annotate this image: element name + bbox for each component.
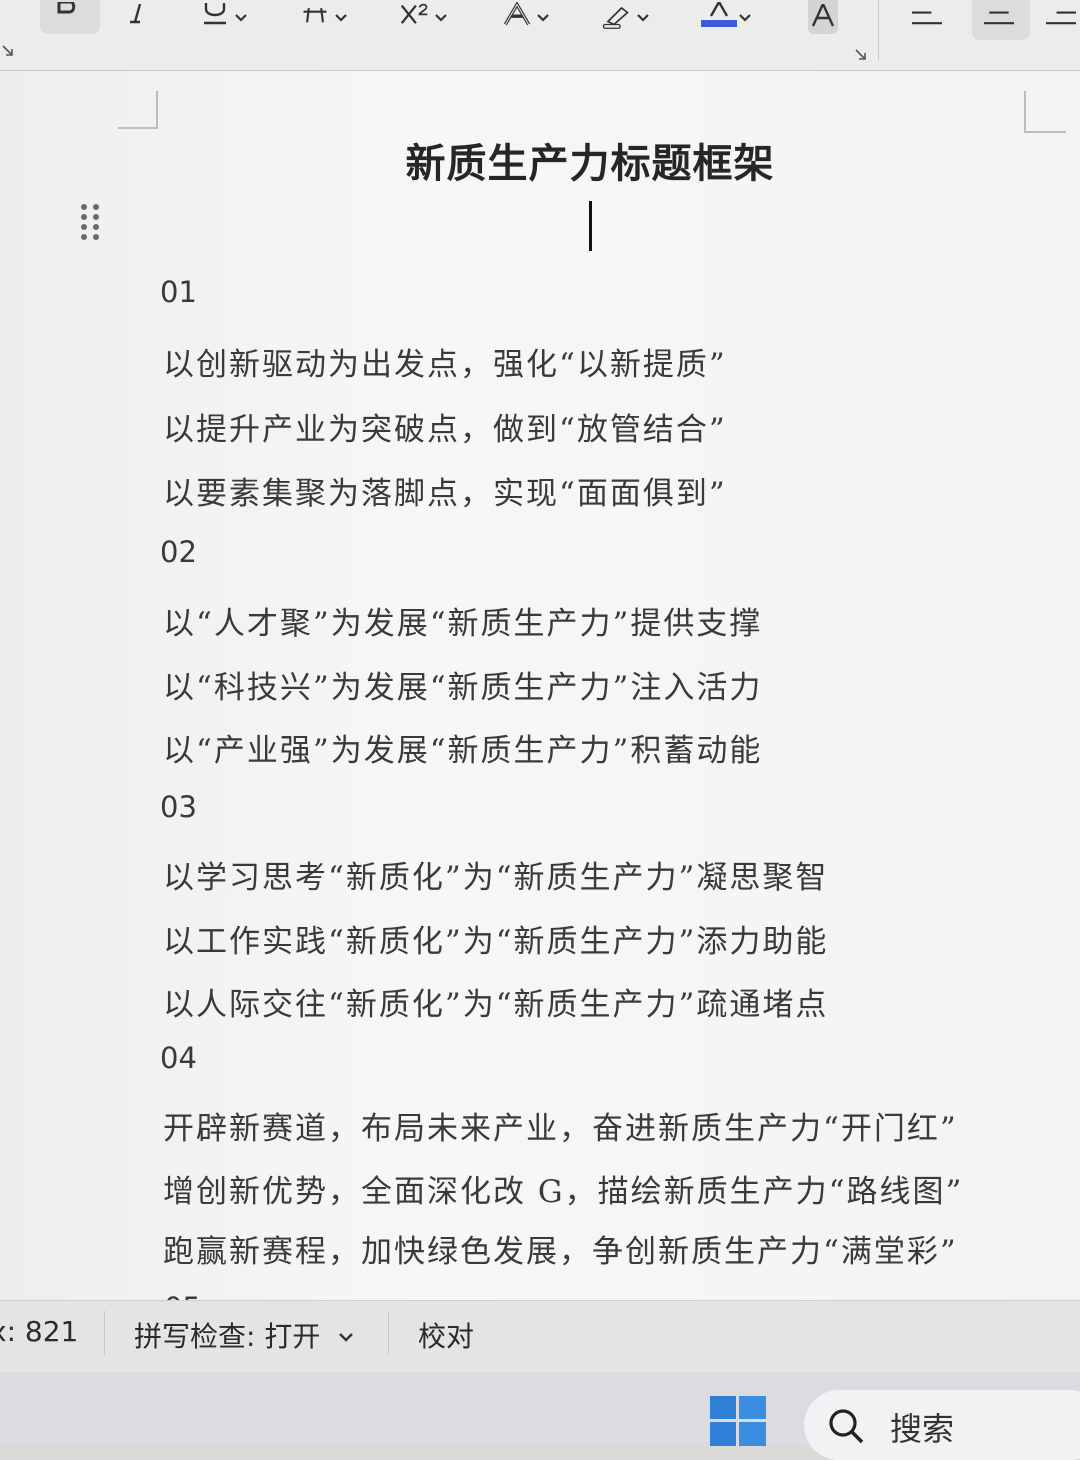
dialog-launcher-icon[interactable] — [2, 42, 14, 56]
align-left-button[interactable] — [912, 0, 942, 34]
highlight-icon — [602, 1, 632, 33]
align-right-icon — [1046, 1, 1076, 33]
text-cursor — [589, 201, 592, 251]
section-line: 以“人才聚”为发展“新质生产力”提供支撑 — [163, 606, 763, 642]
align-right-button[interactable] — [1046, 0, 1076, 34]
section-line: 以人际交往“新质化”为“新质生产力”疏通堵点 — [163, 987, 829, 1023]
chevron-down-icon[interactable] — [636, 10, 650, 24]
superscript-button[interactable] — [400, 0, 448, 34]
section-line: 以“产业强”为发展“新质生产力”积蓄动能 — [163, 733, 763, 769]
status-separator — [104, 1311, 105, 1355]
search-label: 搜索 — [890, 1410, 955, 1448]
char-shading-icon — [808, 1, 838, 33]
section-number-partial: 05 — [164, 1291, 201, 1300]
chevron-down-icon[interactable] — [234, 10, 248, 24]
status-separator — [388, 1311, 389, 1355]
font-color-icon — [701, 1, 737, 33]
text-effect-icon — [502, 1, 532, 33]
align-center-button[interactable] — [984, 0, 1014, 34]
ribbon-separator — [878, 0, 879, 60]
align-left-icon — [912, 1, 942, 33]
dialog-launcher-icon[interactable] — [855, 46, 867, 60]
section-line: 开辟新赛道，布局未来产业，奋进新质生产力“开门红” — [163, 1111, 958, 1147]
bold-button[interactable] — [52, 0, 82, 34]
ribbon-toolbar — [0, 0, 1080, 71]
spell-check-status[interactable]: 拼写检查: 打开 — [134, 1315, 320, 1355]
highlight-button[interactable] — [602, 0, 650, 34]
underline-icon — [200, 1, 230, 33]
chevron-down-icon[interactable] — [536, 10, 550, 24]
crop-mark-top-right — [1024, 91, 1066, 133]
drag-handle-icon[interactable] — [80, 203, 102, 241]
document-title: 新质生产力标题框架 — [405, 140, 775, 187]
chevron-down-icon[interactable] — [434, 10, 448, 24]
proofread-button[interactable]: 校对 — [418, 1315, 474, 1355]
section-line: 以学习思考“新质化”为“新质生产力”凝思聚智 — [163, 860, 829, 896]
superscript-icon — [400, 1, 430, 33]
chevron-down-icon[interactable] — [738, 10, 752, 24]
section-number-partial-wrap: 05 — [0, 1289, 1080, 1300]
font-color-button[interactable] — [701, 0, 752, 34]
chevron-down-icon[interactable] — [334, 10, 348, 24]
section-number: 02 — [160, 535, 197, 569]
section-line: 以提升产业为突破点，做到“放管结合” — [163, 412, 727, 448]
section-number: 04 — [160, 1041, 197, 1075]
section-line: 以“科技兴”为发展“新质生产力”注入活力 — [163, 670, 763, 706]
text-effect-button[interactable] — [502, 0, 550, 34]
bold-icon — [52, 1, 82, 33]
section-number: 03 — [160, 790, 197, 824]
document-page[interactable]: 新质生产力标题框架 01 以创新驱动为出发点，强化“以新提质” 以提升产业为突破… — [0, 71, 1080, 1300]
char-shading-button[interactable] — [808, 0, 838, 34]
word-count[interactable]: x: 821 — [0, 1315, 78, 1348]
taskbar: 搜索 — [0, 1372, 1080, 1460]
crop-mark-top-left — [118, 91, 158, 129]
section-line: 以要素集聚为落脚点，实现“面面俱到” — [163, 476, 727, 512]
strikethrough-button[interactable] — [300, 0, 348, 34]
underline-button[interactable] — [200, 0, 248, 34]
strikethrough-icon — [300, 1, 330, 33]
section-line: 增创新优势，全面深化改 G，描绘新质生产力“路线图” — [163, 1174, 964, 1210]
italic-button[interactable] — [122, 0, 152, 34]
status-bar: x: 821 拼写检查: 打开 校对 — [0, 1300, 1080, 1373]
align-center-icon — [984, 1, 1014, 33]
search-icon — [826, 1406, 866, 1450]
windows-start-icon[interactable] — [710, 1396, 766, 1446]
chevron-down-icon[interactable] — [338, 1329, 354, 1348]
section-line: 以创新驱动为出发点，强化“以新提质” — [163, 347, 727, 383]
italic-icon — [122, 1, 152, 33]
section-line: 以工作实践“新质化”为“新质生产力”添力助能 — [163, 924, 829, 960]
section-number: 01 — [160, 275, 197, 309]
section-line: 跑赢新赛程，加快绿色发展，争创新质生产力“满堂彩” — [163, 1234, 958, 1270]
